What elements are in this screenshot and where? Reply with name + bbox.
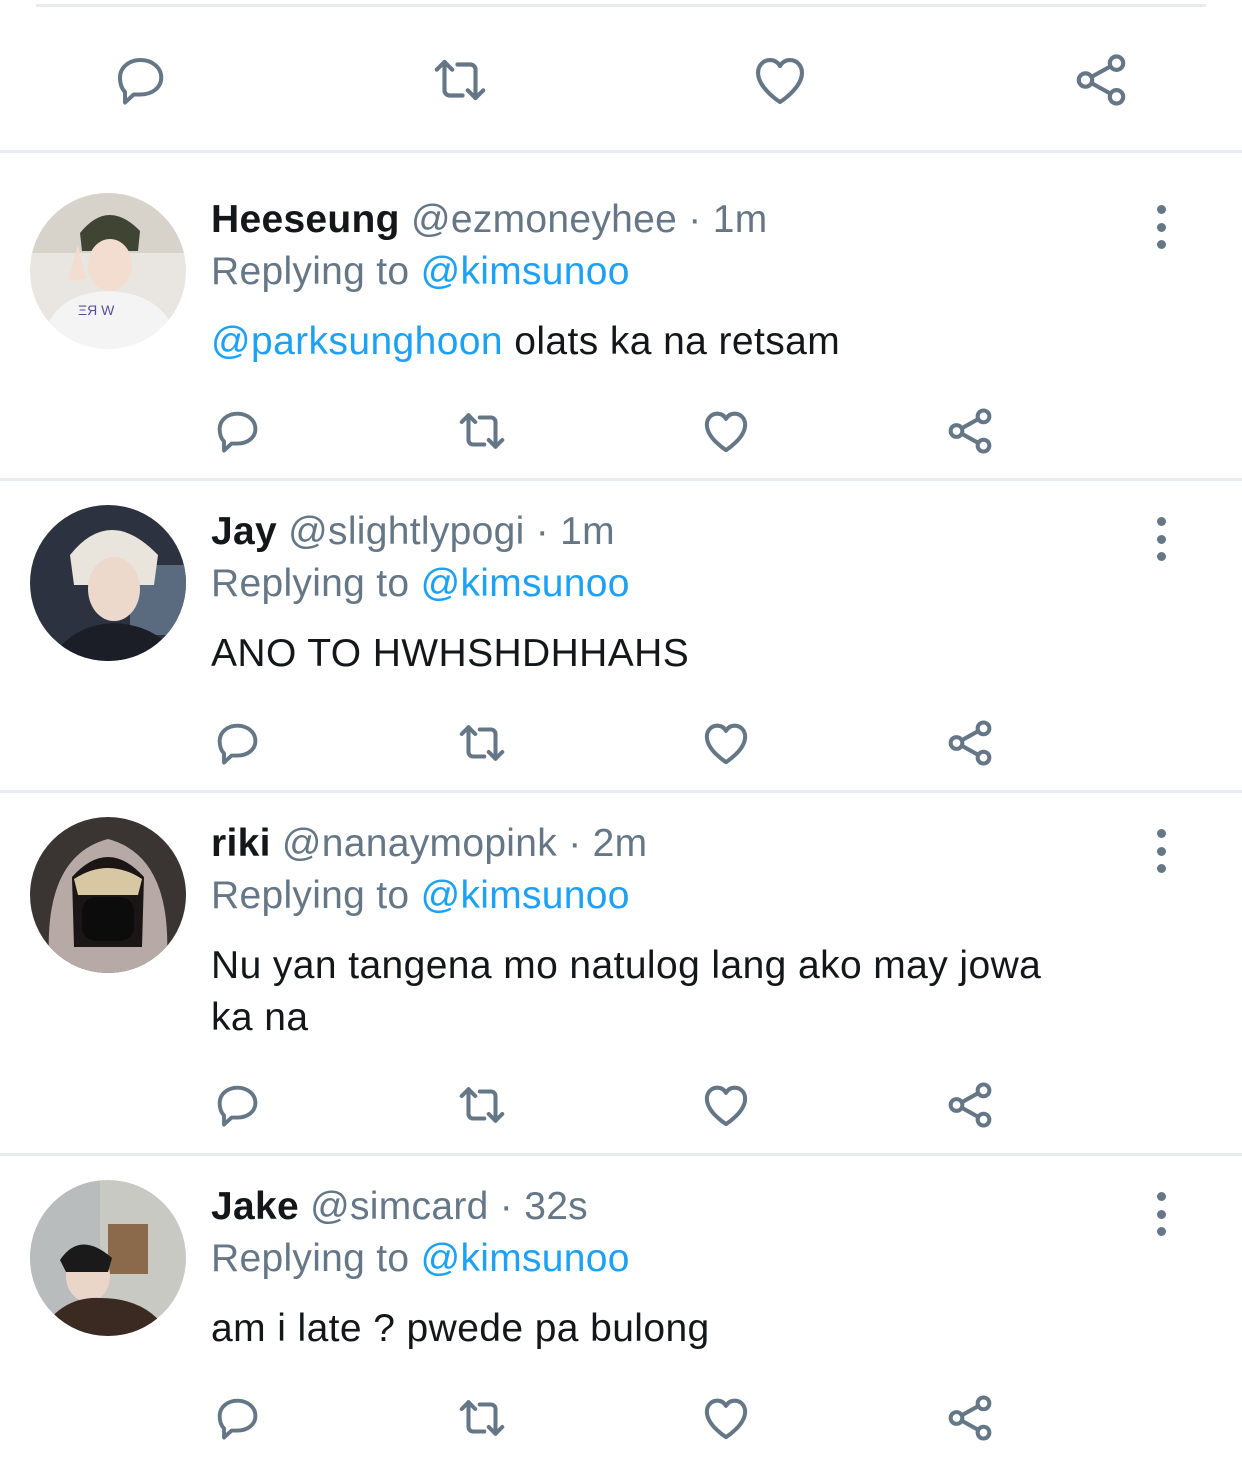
retweet-icon — [459, 1087, 505, 1123]
share-button[interactable] — [942, 1390, 998, 1446]
separator-dot: · — [568, 822, 582, 865]
reply-item[interactable]: Jay @slightlypogi · 1m Replying to @kims… — [0, 481, 1242, 790]
separator-dot: · — [535, 510, 549, 553]
timestamp: 32s — [524, 1185, 588, 1228]
reply-text-line: Nu yan tangena mo natulog lang ako may j… — [211, 944, 1042, 987]
reply-text: Nu yan tangena mo natulog lang ako may j… — [211, 940, 1171, 1044]
user-handle[interactable]: @simcard — [310, 1185, 489, 1228]
share-button[interactable] — [942, 715, 998, 771]
display-name[interactable]: Jake — [211, 1185, 299, 1228]
like-button[interactable] — [698, 1390, 754, 1446]
main-share-button[interactable] — [1067, 46, 1135, 114]
more-options-button[interactable] — [1142, 829, 1180, 873]
retweet-button[interactable] — [454, 1390, 510, 1446]
display-name[interactable]: Jay — [211, 510, 277, 553]
reply-icon — [217, 723, 258, 765]
replying-to-line: Replying to @kimsunoo — [211, 1234, 630, 1284]
more-vertical-icon — [1156, 829, 1166, 838]
share-icon — [948, 1395, 992, 1441]
replying-to-label: Replying to — [211, 562, 410, 605]
retweet-button[interactable] — [454, 715, 510, 771]
reply-text: am i late ? pwede pa bulong — [211, 1307, 710, 1350]
reply-button[interactable] — [209, 1077, 265, 1133]
user-handle[interactable]: @slightlypogi — [288, 510, 524, 553]
top-divider — [36, 4, 1206, 7]
reply-icon — [118, 58, 164, 105]
more-options-button[interactable] — [1142, 205, 1180, 249]
share-button[interactable] — [942, 403, 998, 459]
display-name[interactable]: Heeseung — [211, 198, 400, 241]
reply-button[interactable] — [209, 403, 265, 459]
avatar[interactable]: ΞЯ W — [30, 193, 186, 349]
reply-text-content: olats ka na retsam — [503, 320, 841, 363]
heart-icon — [755, 58, 805, 105]
replying-to-mention[interactable]: @kimsunoo — [421, 250, 630, 293]
replying-to-mention[interactable]: @kimsunoo — [421, 1237, 630, 1280]
more-vertical-icon — [1156, 517, 1166, 526]
timestamp: 2m — [592, 822, 648, 865]
reply-item[interactable]: ΞЯ W Heeseung @ezmoneyhee · 1m Replying … — [0, 153, 1242, 478]
user-handle[interactable]: @nanaymopink — [282, 822, 557, 865]
mention-link[interactable]: @parksunghoon — [211, 320, 503, 363]
reply-button[interactable] — [209, 1390, 265, 1446]
replying-to-line: Replying to @kimsunoo — [211, 247, 630, 297]
share-icon — [948, 1082, 992, 1128]
reply-text: @parksunghoon olats ka na retsam — [211, 316, 1171, 368]
reply-icon — [217, 1085, 258, 1127]
replying-to-label: Replying to — [211, 874, 410, 917]
user-handle[interactable]: @ezmoneyhee — [411, 198, 677, 241]
main-tweet-action-bar — [0, 30, 1242, 130]
timestamp: 1m — [712, 198, 768, 241]
like-button[interactable] — [698, 1077, 754, 1133]
more-options-button[interactable] — [1142, 517, 1180, 561]
heart-icon — [704, 723, 748, 765]
avatar[interactable] — [30, 1180, 186, 1336]
reply-icon — [217, 1398, 258, 1440]
reply-icon — [217, 411, 258, 453]
share-button[interactable] — [942, 1077, 998, 1133]
reply-button[interactable] — [209, 715, 265, 771]
more-vertical-icon — [1156, 205, 1166, 214]
avatar[interactable] — [30, 817, 186, 973]
reply-header: Heeseung @ezmoneyhee · 1m — [211, 195, 768, 245]
reply-text: ANO TO HWHSHDHHAHS — [211, 632, 690, 675]
main-retweet-button[interactable] — [426, 46, 494, 114]
replying-to-mention[interactable]: @kimsunoo — [421, 874, 630, 917]
replying-to-line: Replying to @kimsunoo — [211, 559, 630, 609]
timestamp: 1m — [560, 510, 615, 553]
heart-icon — [704, 1398, 748, 1440]
main-reply-button[interactable] — [106, 46, 174, 114]
heart-icon — [704, 1085, 748, 1127]
replying-to-label: Replying to — [211, 250, 410, 293]
main-like-button[interactable] — [746, 46, 814, 114]
like-button[interactable] — [698, 403, 754, 459]
retweet-button[interactable] — [454, 403, 510, 459]
replying-to-line: Replying to @kimsunoo — [211, 871, 630, 921]
retweet-icon — [459, 1400, 505, 1436]
more-vertical-icon — [1156, 1192, 1166, 1201]
retweet-icon — [434, 59, 486, 101]
replying-to-mention[interactable]: @kimsunoo — [421, 562, 630, 605]
retweet-icon — [459, 725, 505, 761]
separator-dot: · — [499, 1185, 514, 1228]
svg-text:ΞЯ W: ΞЯ W — [78, 302, 115, 318]
share-icon — [948, 408, 992, 454]
reply-text-line: ka na — [211, 996, 309, 1039]
reply-item[interactable]: Jake @simcard · 32s Replying to @kimsuno… — [0, 1156, 1242, 1459]
separator-dot: · — [688, 198, 702, 241]
share-icon — [948, 720, 992, 766]
more-options-button[interactable] — [1142, 1192, 1180, 1236]
like-button[interactable] — [698, 715, 754, 771]
reply-item[interactable]: riki @nanaymopink · 2m Replying to @kims… — [0, 793, 1242, 1153]
replying-to-label: Replying to — [211, 1237, 410, 1280]
share-icon — [1076, 54, 1126, 106]
reply-header: riki @nanaymopink · 2m — [211, 819, 647, 869]
reply-header: Jay @slightlypogi · 1m — [211, 507, 615, 557]
avatar[interactable] — [30, 505, 186, 661]
heart-icon — [704, 411, 748, 453]
retweet-button[interactable] — [454, 1077, 510, 1133]
retweet-icon — [459, 413, 505, 449]
reply-header: Jake @simcard · 32s — [211, 1182, 588, 1232]
display-name[interactable]: riki — [211, 822, 271, 865]
